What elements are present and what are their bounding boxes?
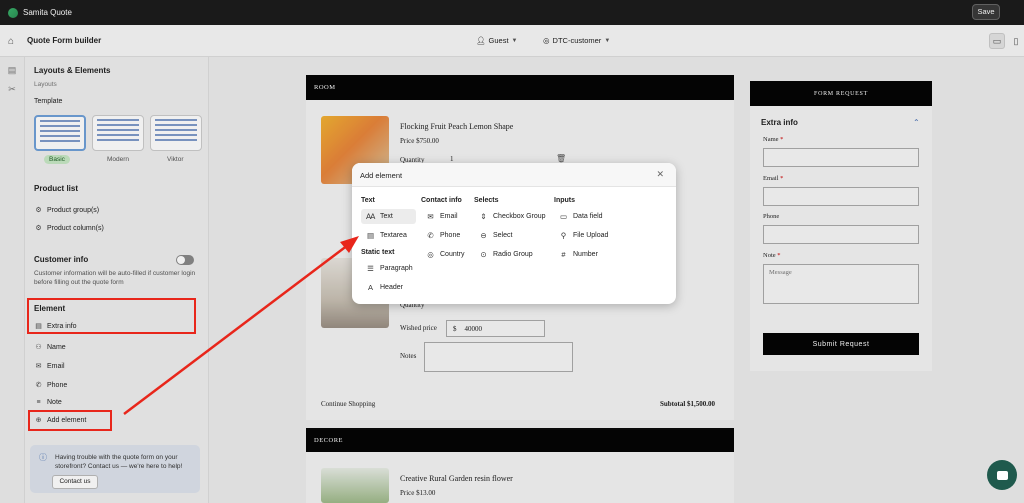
modal-header: Add element ✕ bbox=[352, 163, 676, 187]
close-icon[interactable]: ✕ bbox=[656, 169, 664, 180]
element-email[interactable]: ✉ Email bbox=[421, 209, 463, 224]
element-textarea[interactable]: ▤ Textarea bbox=[361, 228, 412, 243]
checkbox-group-icon: ⇕ bbox=[480, 212, 487, 221]
modal-title: Add element bbox=[360, 171, 403, 180]
select-icon: ⊖ bbox=[480, 231, 487, 240]
element-country[interactable]: ◎ Country bbox=[421, 247, 470, 262]
hash-icon: # bbox=[561, 250, 566, 259]
radio-icon: ⊙ bbox=[480, 250, 487, 259]
static-text-group-title: Static text bbox=[361, 249, 395, 256]
inputs-group-title: Inputs bbox=[554, 197, 575, 204]
element-checkbox-group[interactable]: ⇕ Checkbox Group bbox=[474, 209, 551, 224]
paragraph-icon: ☰ bbox=[367, 264, 374, 273]
element-data-field[interactable]: ▭ Data field bbox=[554, 209, 608, 224]
selects-group-title: Selects bbox=[474, 197, 499, 204]
phone-icon: ✆ bbox=[427, 231, 434, 240]
data-field-icon: ▭ bbox=[559, 212, 568, 221]
globe-icon: ◎ bbox=[427, 250, 434, 259]
email-icon: ✉ bbox=[427, 212, 434, 221]
element-radio-group[interactable]: ⊙ Radio Group bbox=[474, 247, 538, 262]
element-header[interactable]: A Header bbox=[361, 280, 408, 295]
element-select[interactable]: ⊖ Select bbox=[474, 228, 517, 243]
text-group-title: Text bbox=[361, 197, 375, 204]
highlight-add-element-box bbox=[28, 410, 112, 431]
element-file-upload[interactable]: ⚲ File Upload bbox=[554, 228, 613, 243]
heading-icon: A bbox=[367, 283, 373, 292]
chat-button[interactable] bbox=[987, 460, 1017, 490]
text-icon: Ꜳ bbox=[366, 212, 376, 221]
textarea-icon: ▤ bbox=[366, 231, 375, 240]
paperclip-icon: ⚲ bbox=[560, 231, 567, 240]
element-phone[interactable]: ✆ Phone bbox=[421, 228, 465, 243]
contact-info-group-title: Contact info bbox=[421, 197, 462, 204]
element-text[interactable]: Ꜳ Text bbox=[361, 209, 416, 224]
element-paragraph[interactable]: ☰ Paragraph bbox=[361, 261, 418, 276]
element-number[interactable]: # Number bbox=[554, 247, 603, 262]
highlight-element-box bbox=[27, 298, 196, 334]
add-element-modal: Add element ✕ Text Ꜳ Text ▤ Textarea Stati… bbox=[352, 163, 676, 304]
chat-icon bbox=[996, 470, 1008, 480]
